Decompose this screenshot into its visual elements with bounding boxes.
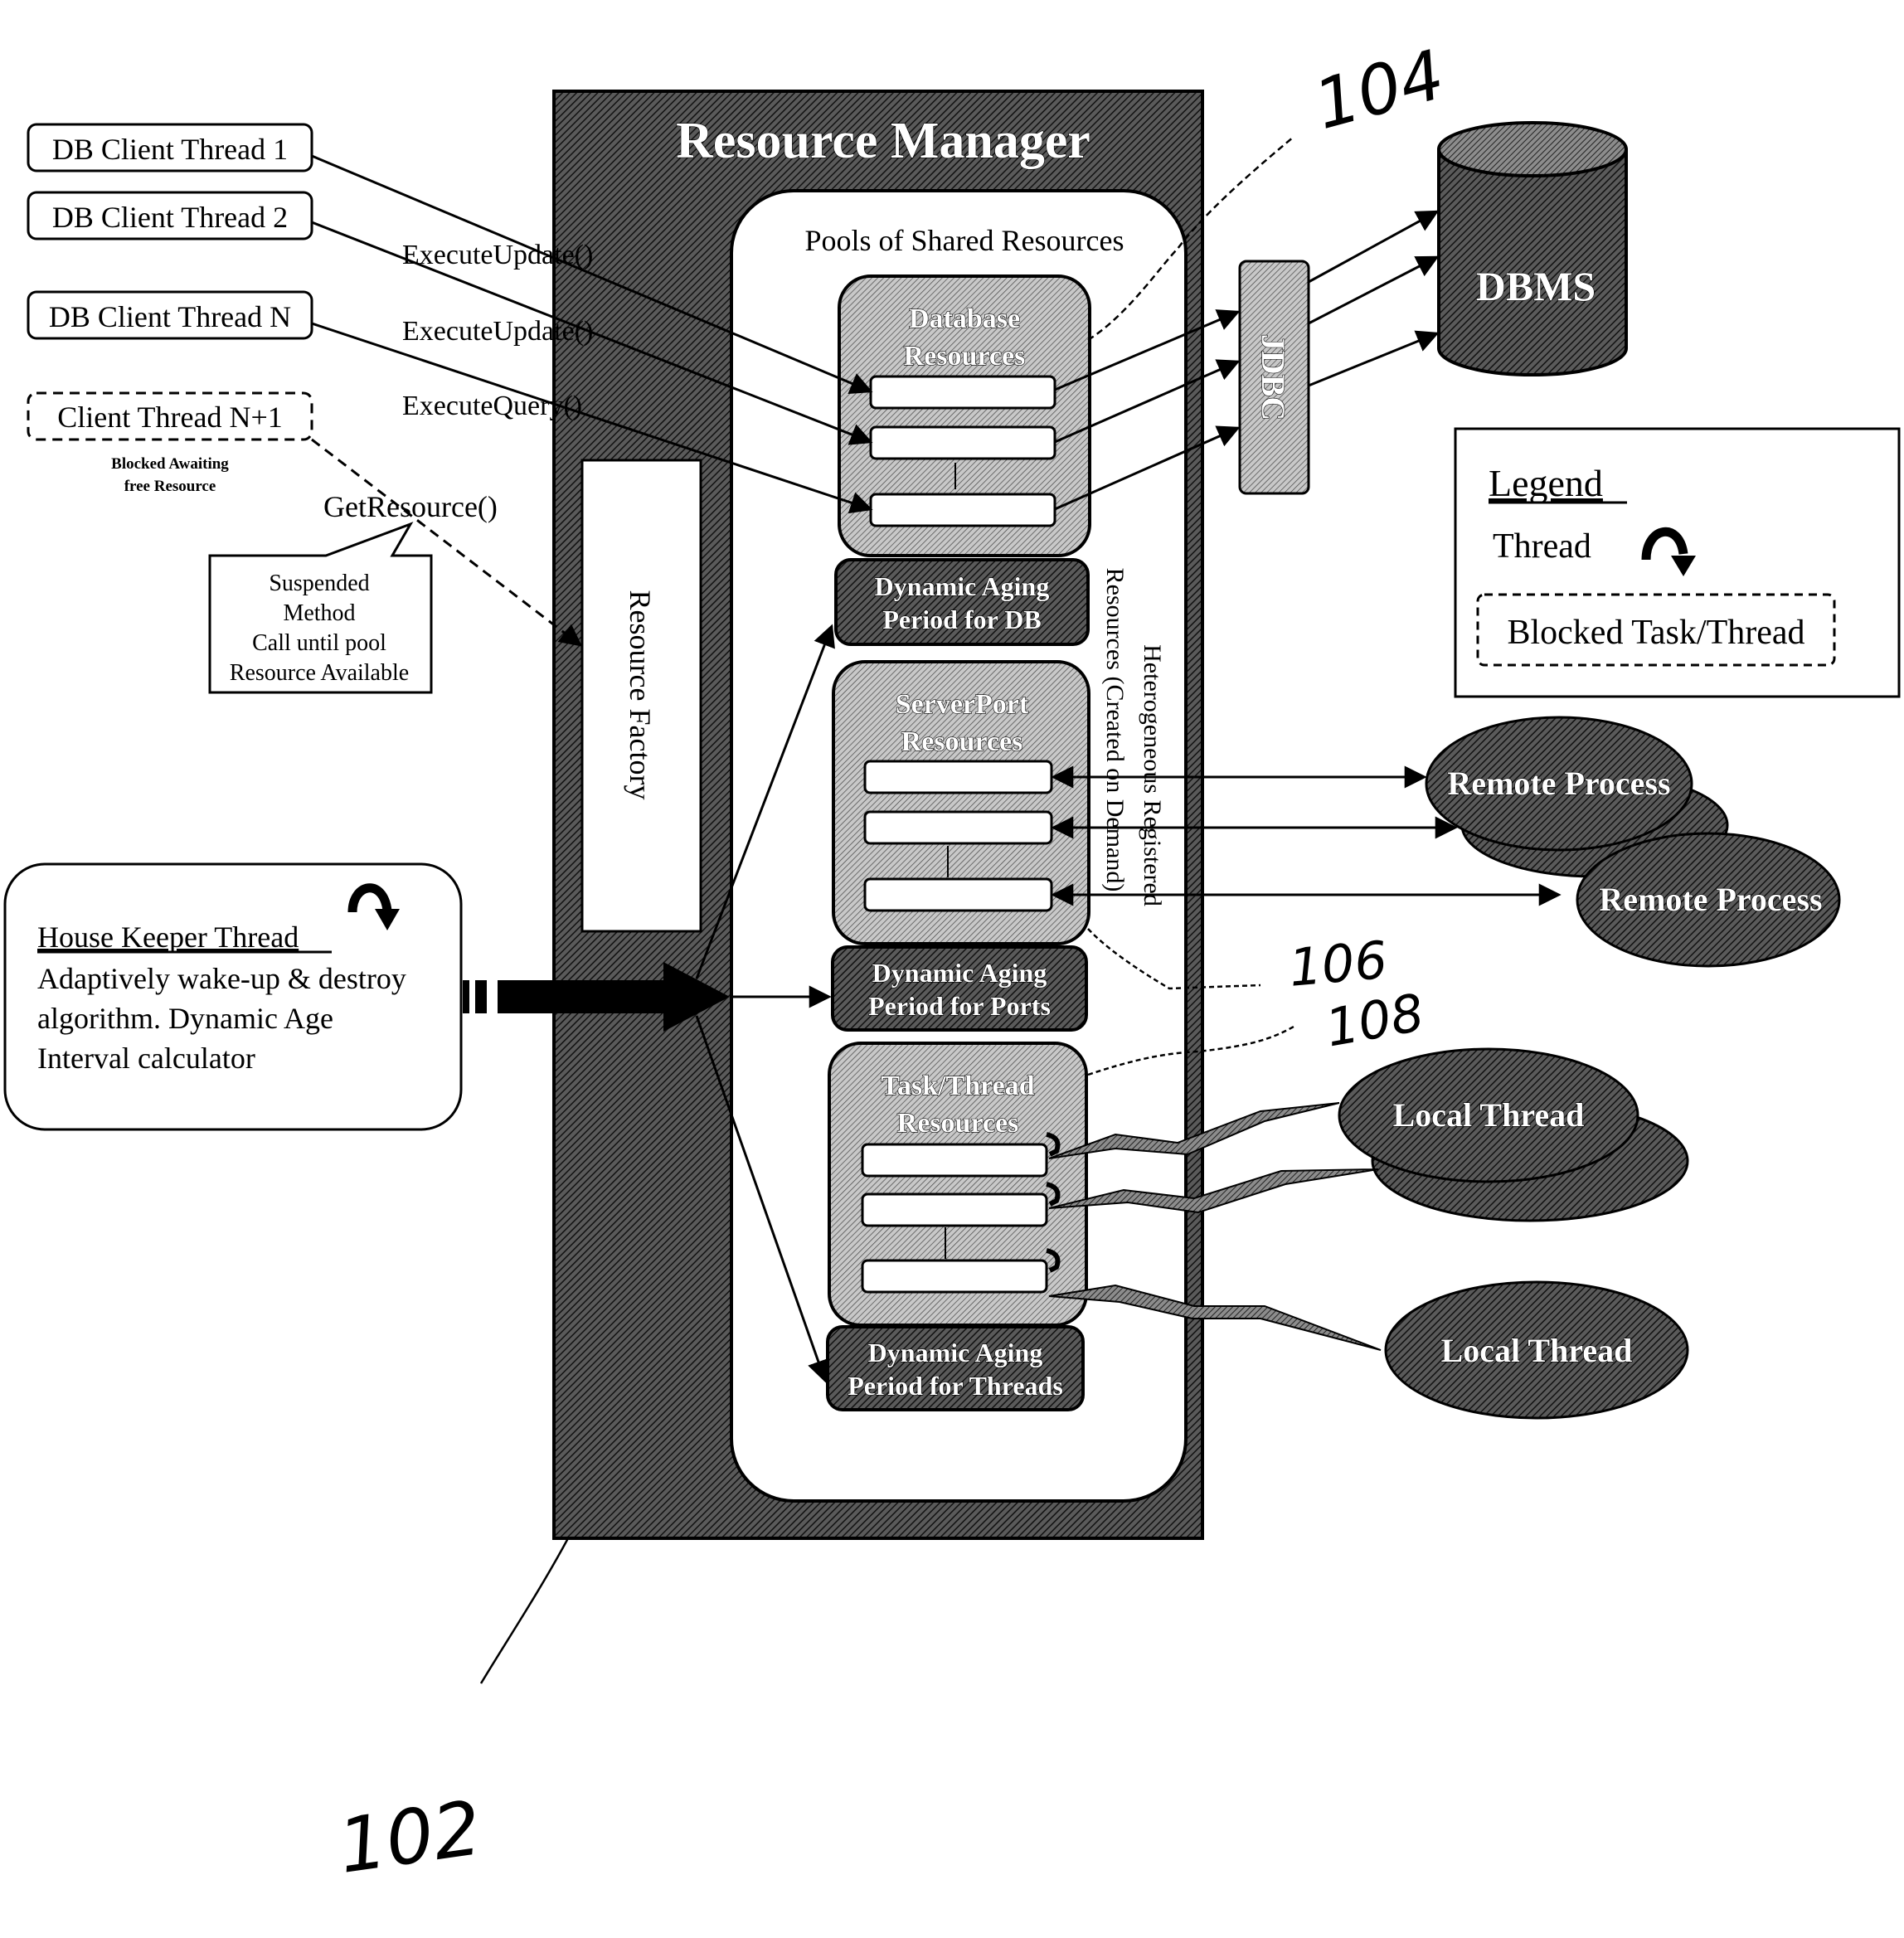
- port-resource-slot[interactable]: [863, 877, 1053, 912]
- legend-blocked-label: Blocked Task/Thread: [1507, 614, 1804, 652]
- legend: Legend Thread Blocked Task/Thread: [1454, 427, 1901, 698]
- thread-resource-slot[interactable]: [861, 1192, 1048, 1227]
- reference-numeral-104: 104: [1307, 36, 1453, 145]
- thread-resource-slot[interactable]: [861, 1143, 1048, 1178]
- reference-numeral-106: 106: [1286, 930, 1389, 998]
- client-thread-label: DB Client Thread 2: [52, 201, 288, 234]
- database-pool: Database Resources Dynamic Aging Period …: [834, 274, 1091, 646]
- serverport-pool-title-line2: Resources: [901, 726, 1023, 757]
- db-resource-slot[interactable]: [869, 493, 1056, 527]
- remote-process-label: Remote Process: [1599, 881, 1822, 918]
- task-thread-pool-title-line1: Task/Thread: [881, 1071, 1034, 1101]
- housekeeper-title: House Keeper Thread: [37, 920, 299, 954]
- local-threads: Local Thread Local Thread: [1338, 1047, 1689, 1420]
- reference-numeral-102: 102: [333, 1785, 487, 1891]
- call-label: ExecuteQuery(): [402, 391, 582, 421]
- suspended-callout: Suspended Method Call until pool Resourc…: [208, 522, 433, 694]
- thread-resource-slot[interactable]: [861, 1259, 1048, 1294]
- housekeeper-thread: House Keeper Thread Adaptively wake-up &…: [3, 862, 463, 1131]
- housekeeper-desc-line: Adaptively wake-up & destroy: [37, 962, 406, 995]
- aging-period-db-line2: Period for DB: [882, 605, 1041, 634]
- heterogeneous-label-line2: Resources (Created on Demand): [1101, 568, 1129, 892]
- housekeeper-box[interactable]: [3, 862, 463, 1131]
- client-thread-label: DB Client Thread 1: [52, 133, 288, 166]
- callout-line: Suspended: [269, 571, 369, 596]
- port-resource-slot[interactable]: [863, 760, 1053, 794]
- pools-title: Pools of Shared Resources: [805, 224, 1124, 257]
- database-pool-title-line2: Resources: [904, 341, 1026, 372]
- callout-line: Resource Available: [230, 660, 409, 686]
- diagram-canvas: Resource Manager Pools of Shared Resourc…: [3, 36, 1901, 1891]
- remote-process-label: Remote Process: [1447, 765, 1670, 802]
- aging-period-threads-line1: Dynamic Aging: [868, 1338, 1043, 1367]
- aging-period-ports-line2: Period for Ports: [868, 991, 1051, 1021]
- call-label: ExecuteUpdate(): [402, 316, 593, 347]
- housekeeper-desc-line: Interval calculator: [37, 1042, 255, 1075]
- resource-manager-title: Resource Manager: [676, 113, 1090, 169]
- remote-processes: Remote Process Remote Process: [1425, 716, 1841, 968]
- serverport-pool: ServerPort Resources Dynamic Aging Perio…: [831, 660, 1090, 1032]
- blocked-note-line2: free Resource: [124, 478, 216, 495]
- legend-title: Legend: [1489, 462, 1603, 504]
- dbms: DBMS: [1437, 121, 1628, 376]
- db-resource-slot[interactable]: [869, 425, 1056, 460]
- heterogeneous-label-line1: Heterogeneous Registered: [1139, 644, 1166, 906]
- aging-period-db-line1: Dynamic Aging: [875, 571, 1050, 601]
- get-resource-label: GetResource(): [323, 490, 498, 523]
- resource-factory-label: Resource Factory: [624, 590, 657, 800]
- port-resource-slot[interactable]: [863, 810, 1053, 845]
- serverport-pool-title-line1: ServerPort: [896, 689, 1029, 720]
- task-thread-pool: Task/Thread Resources Dynamic Aging Peri…: [826, 1042, 1088, 1411]
- aging-period-ports-line1: Dynamic Aging: [872, 958, 1047, 988]
- blocked-client-thread-label: Client Thread N+1: [57, 401, 283, 434]
- dbms-cylinder-body[interactable]: [1437, 149, 1628, 376]
- dbms-cylinder-top: [1437, 121, 1628, 177]
- local-thread-label: Local Thread: [1393, 1096, 1585, 1134]
- task-thread-pool-title-line2: Resources: [897, 1108, 1019, 1139]
- callout-line: Method: [283, 600, 355, 626]
- client-threads: DB Client Thread 1 DB Client Thread 2 DB…: [27, 123, 313, 495]
- aging-period-threads-line2: Period for Threads: [848, 1371, 1063, 1401]
- dbms-label: DBMS: [1476, 263, 1596, 309]
- db-resource-slot[interactable]: [869, 375, 1056, 410]
- housekeeper-desc-line: algorithm. Dynamic Age: [37, 1002, 333, 1035]
- client-thread-label: DB Client Thread N: [49, 300, 291, 333]
- callout-line: Call until pool: [252, 630, 386, 656]
- database-pool-title-line1: Database: [909, 304, 1020, 334]
- jdbc-label: JDBC: [1255, 334, 1292, 420]
- jdbc: JDBC: [1238, 260, 1310, 495]
- local-thread-label: Local Thread: [1441, 1332, 1633, 1369]
- legend-thread-label: Thread: [1493, 527, 1591, 566]
- blocked-note-line1: Blocked Awaiting: [111, 455, 229, 473]
- call-label: ExecuteUpdate(): [402, 240, 593, 270]
